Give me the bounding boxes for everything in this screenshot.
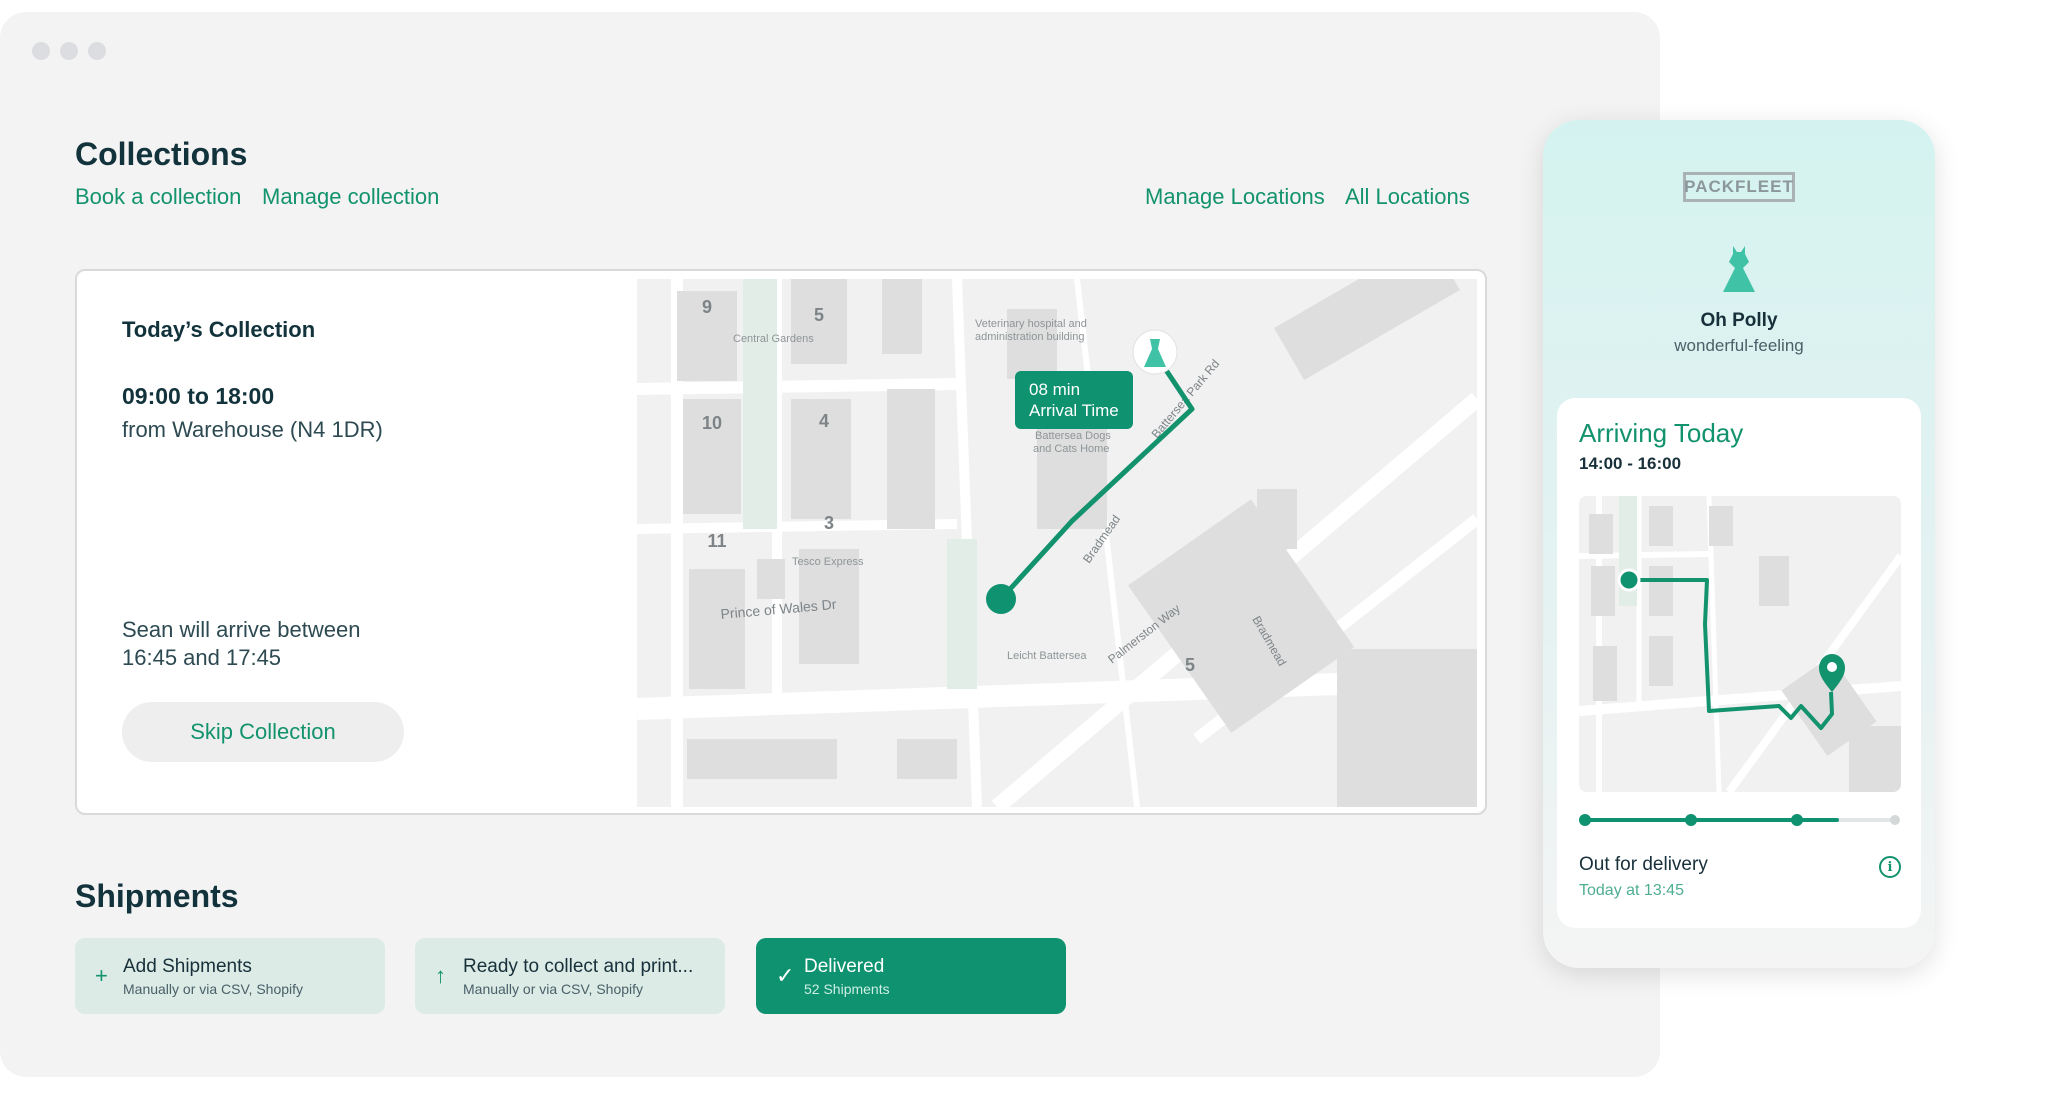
progress-step [1791,814,1803,826]
shipments-title: Shipments [75,878,239,914]
window-dot[interactable] [32,42,50,60]
progress-step [1685,814,1697,826]
map-label: Battersea Dogs [1035,430,1111,442]
merchant-tagline: wonderful-feeling [1674,336,1804,355]
delivered-card[interactable]: ✓ Delivered 52 Shipments [756,938,1066,1014]
arrow-up-icon: ↑ [435,963,446,988]
map-label: Veterinary hospital and [975,318,1087,330]
eta-value: 08 min [1029,380,1080,399]
info-icon[interactable]: i [1879,856,1901,878]
driver-arrival-text: Sean will arrive between 16:45 and 17:45 [122,616,360,672]
eta-bubble: 08 min Arrival Time [1015,371,1133,429]
progress-step [1890,815,1900,825]
arrival-line-2: 16:45 and 17:45 [122,645,282,670]
block-number: 5 [1185,655,1195,675]
todays-collection-card: Today’s Collection 09:00 to 18:00 from W… [75,269,1487,815]
add-shipments-card[interactable]: + Add Shipments Manually or via CSV, Sho… [75,938,385,1014]
map-label: Tesco Express [792,556,864,568]
dress-icon [1723,246,1755,292]
card-title: Ready to collect and print... [463,955,694,977]
destination-pin[interactable] [1132,329,1178,375]
block-number: 11 [707,531,726,551]
delivery-status: Out for delivery [1579,854,1708,875]
card-title: Delivered [804,955,885,977]
start-marker [1617,568,1641,592]
collection-time: 09:00 to 18:00 [122,383,275,409]
eta-label: Arrival Time [1029,401,1119,420]
delivery-status-time: Today at 13:45 [1579,882,1684,899]
book-collection-link[interactable]: Book a collection [75,184,241,210]
card-title: Today’s Collection [122,317,316,342]
collection-origin: from Warehouse (N4 1DR) [122,417,383,442]
map-label: administration building [975,331,1084,343]
card-subtitle: 52 Shipments [804,980,890,997]
collections-title: Collections [75,136,248,172]
block-number: 10 [702,413,722,433]
arriving-time: 14:00 - 16:00 [1579,454,1682,473]
block-number: 5 [814,305,824,325]
card-subtitle: Manually or via CSV, Shopify [463,980,644,997]
driver-location-marker[interactable] [986,584,1016,614]
window-dot[interactable] [60,42,78,60]
all-locations-link[interactable]: All Locations [1345,184,1470,210]
phone-tracking-preview: PACKFLEET Oh Polly wonderful-feeling Arr… [1543,120,1935,968]
delivery-progress-bar [1579,814,1900,826]
arrival-line-1: Sean will arrive between [122,617,361,642]
delivery-card: Arriving Today 14:00 - 16:00 Out for del… [1557,398,1921,928]
progress-step [1579,814,1591,826]
manage-locations-link[interactable]: Manage Locations [1145,184,1325,210]
merchant-name: Oh Polly [1700,310,1778,331]
arriving-title: Arriving Today [1579,418,1744,448]
window-controls [32,42,106,60]
block-number: 4 [819,411,829,431]
card-subtitle: Manually or via CSV, Shopify [123,980,304,997]
map-label: Leicht Battersea [1007,650,1087,662]
packfleet-logo: PACKFLEET [1683,172,1795,202]
ready-to-collect-card[interactable]: ↑ Ready to collect and print... Manually… [415,938,725,1014]
delivery-map[interactable] [1579,496,1901,792]
skip-collection-button[interactable]: Skip Collection [122,702,404,762]
block-number: 3 [824,513,834,533]
check-icon: ✓ [776,963,795,988]
map-label: and Cats Home [1033,443,1109,455]
map-label: Central Gardens [733,333,814,345]
desktop-window: Collections Book a collection Manage col… [0,12,1660,1077]
block-number: 9 [702,297,712,317]
plus-icon: + [95,963,108,988]
manage-collection-link[interactable]: Manage collection [262,184,439,210]
window-dot[interactable] [88,42,106,60]
card-title: Add Shipments [123,955,252,977]
collection-map[interactable]: 9 5 10 4 11 3 5 Central Gardens Veterina… [637,279,1477,807]
